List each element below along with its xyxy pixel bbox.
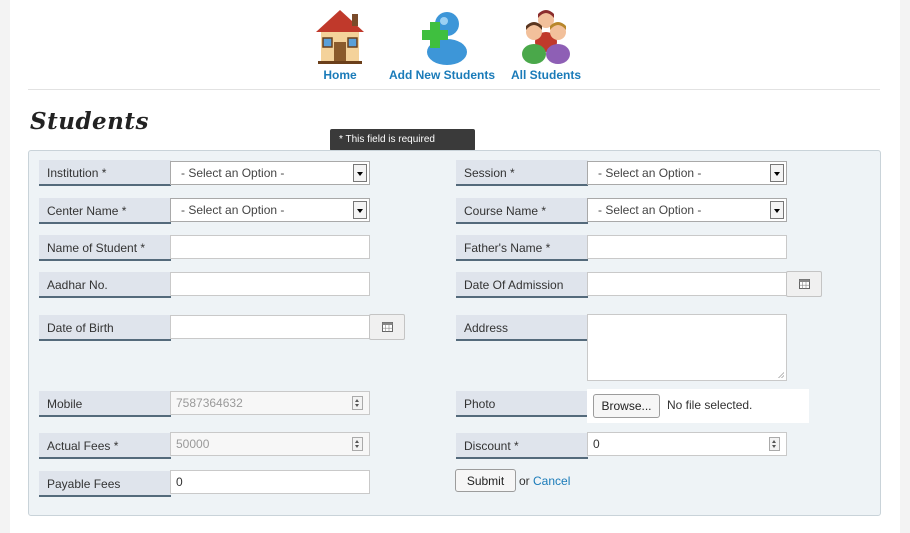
- nav-all-students[interactable]: All Students: [510, 8, 582, 82]
- father-name-label: Father's Name *: [456, 235, 588, 261]
- father-name-input[interactable]: [587, 235, 787, 259]
- number-spinner-icon[interactable]: [769, 437, 780, 451]
- calendar-icon: [799, 279, 810, 289]
- session-label: Session *: [456, 160, 588, 186]
- or-text: or: [519, 474, 530, 488]
- resize-grip-icon[interactable]: [778, 372, 784, 378]
- number-spinner-icon[interactable]: [352, 437, 363, 451]
- top-nav: Home Add New Students All Students: [10, 8, 900, 88]
- student-form-panel: Institution * - Select an Option - Sessi…: [28, 150, 881, 516]
- calendar-icon: [382, 322, 393, 332]
- student-name-input[interactable]: [170, 235, 370, 259]
- add-user-icon: [422, 12, 467, 65]
- nav-all-students-label: All Students: [510, 68, 581, 82]
- browse-button[interactable]: Browse...: [593, 394, 660, 418]
- session-select[interactable]: - Select an Option -: [587, 161, 787, 185]
- discount-input[interactable]: 0: [587, 432, 787, 456]
- dob-calendar-button[interactable]: [369, 314, 405, 340]
- nav-home-label: Home: [323, 68, 357, 82]
- mobile-value: 7587364632: [176, 396, 243, 410]
- nav-home[interactable]: Home: [310, 8, 370, 82]
- admission-date-label: Date Of Admission: [456, 272, 588, 298]
- file-status: No file selected.: [667, 398, 753, 412]
- admission-date-calendar-button[interactable]: [786, 271, 822, 297]
- chevron-down-icon: [770, 201, 784, 219]
- number-spinner-icon[interactable]: [352, 396, 363, 410]
- page: Home Add New Students All Students Stude…: [10, 0, 900, 533]
- submit-button[interactable]: Submit: [455, 469, 516, 492]
- aadhar-input[interactable]: [170, 272, 370, 296]
- photo-file-input: Browse... No file selected.: [587, 389, 809, 423]
- photo-label: Photo: [456, 391, 588, 417]
- course-name-label: Course Name *: [456, 198, 588, 224]
- discount-value: 0: [593, 437, 600, 451]
- institution-select-value: - Select an Option -: [181, 166, 285, 180]
- nav-add-new-students-label: Add New Students: [388, 68, 495, 82]
- discount-label: Discount *: [456, 433, 588, 459]
- actual-fees-input[interactable]: 50000: [170, 432, 370, 456]
- admission-date-input[interactable]: [587, 272, 787, 296]
- chevron-down-icon: [353, 201, 367, 219]
- mobile-input[interactable]: 7587364632: [170, 391, 370, 415]
- payable-fees-label: Payable Fees: [39, 471, 171, 497]
- institution-label: Institution *: [39, 160, 171, 186]
- payable-fees-input[interactable]: 0: [170, 470, 370, 494]
- group-users-icon: [522, 10, 570, 64]
- house-icon: [316, 10, 364, 64]
- student-name-label: Name of Student *: [39, 235, 171, 261]
- aadhar-label: Aadhar No.: [39, 272, 171, 298]
- chevron-down-icon: [770, 164, 784, 182]
- actual-fees-value: 50000: [176, 437, 210, 451]
- nav-add-new-students[interactable]: Add New Students: [387, 8, 497, 82]
- address-textarea[interactable]: [587, 314, 787, 381]
- course-name-select-value: - Select an Option -: [598, 203, 702, 217]
- center-name-select[interactable]: - Select an Option -: [170, 198, 370, 222]
- session-select-value: - Select an Option -: [598, 166, 702, 180]
- cancel-link[interactable]: Cancel: [533, 474, 570, 488]
- address-label: Address: [456, 315, 588, 341]
- required-field-tooltip: * This field is required: [330, 129, 475, 157]
- dob-input[interactable]: [170, 315, 370, 339]
- nav-divider: [28, 89, 880, 90]
- center-name-select-value: - Select an Option -: [181, 203, 285, 217]
- dob-label: Date of Birth: [39, 315, 171, 341]
- actual-fees-label: Actual Fees *: [39, 433, 171, 459]
- course-name-select[interactable]: - Select an Option -: [587, 198, 787, 222]
- chevron-down-icon: [353, 164, 367, 182]
- institution-select[interactable]: - Select an Option -: [170, 161, 370, 185]
- page-title: Students: [30, 108, 149, 135]
- center-name-label: Center Name *: [39, 198, 171, 224]
- mobile-label: Mobile: [39, 391, 171, 417]
